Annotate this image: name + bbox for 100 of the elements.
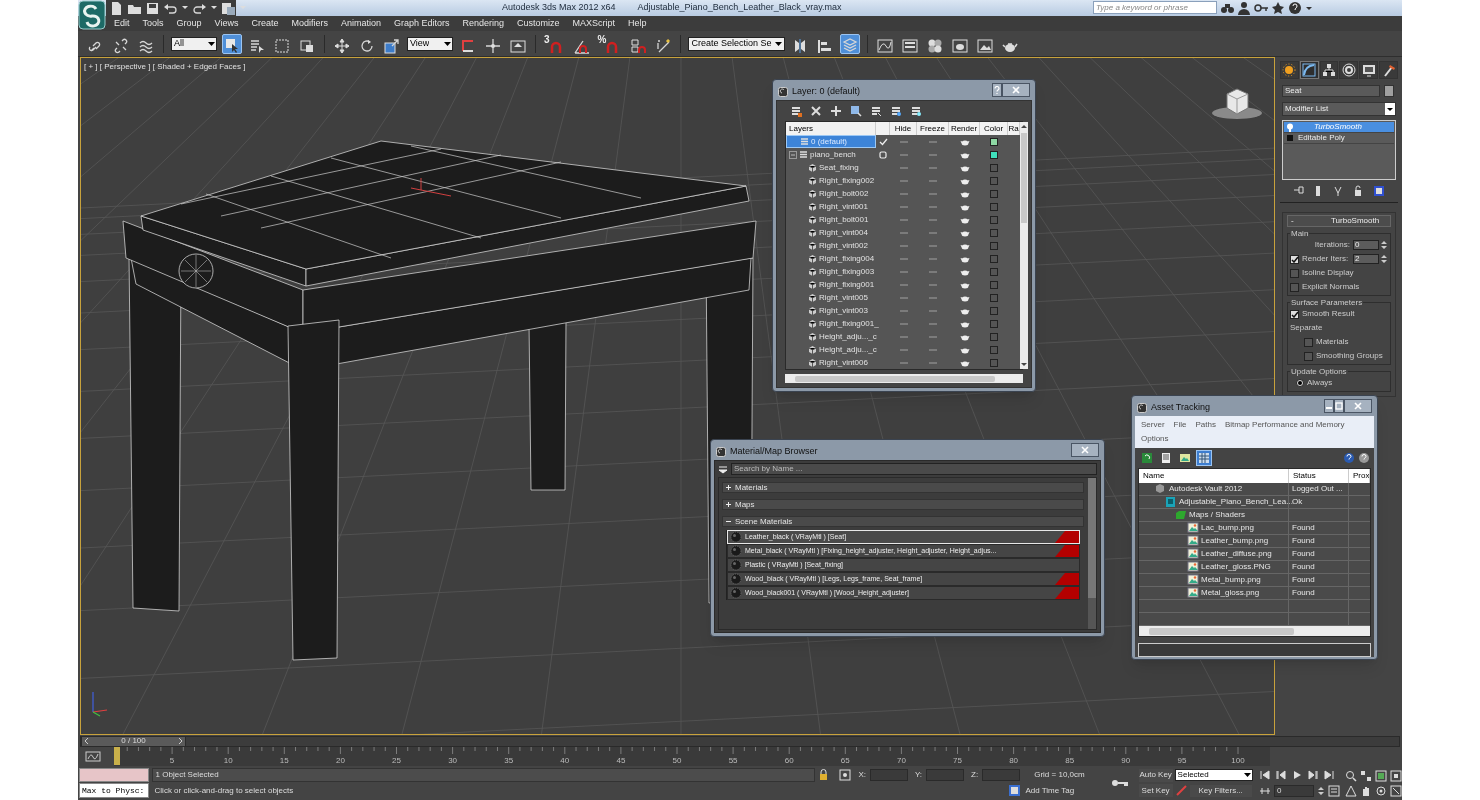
column-header[interactable]: Hide [890, 122, 917, 135]
frame-label: 40 [560, 755, 570, 767]
menu-item[interactable]: Help [628, 16, 647, 31]
section-header[interactable]: Materials [722, 482, 1084, 493]
current-frame-box[interactable]: 0 / 100 [81, 735, 186, 747]
asset-name-cell[interactable]: Leather_gloss.PNG [1139, 561, 1289, 573]
layer-row[interactable]: piano_bench [786, 148, 876, 161]
object-row[interactable]: Right_fixing004 [786, 252, 876, 265]
dropdown[interactable]: All [171, 36, 217, 51]
number-field[interactable]: 0 [1353, 240, 1379, 250]
frame-label: 5 [169, 755, 175, 767]
frame-label: 25 [392, 755, 401, 767]
column-header[interactable]: Freeze [917, 122, 949, 135]
object-row[interactable]: Right_vint003 [786, 304, 876, 317]
object-row[interactable]: Right_bolt002 [786, 187, 876, 200]
object-row[interactable]: Right_fixing002 [786, 174, 876, 187]
menu-item[interactable]: Options [1141, 433, 1169, 445]
checkbox-label: Smoothing Groups [1316, 350, 1383, 362]
menu-item[interactable]: Tools [142, 16, 164, 31]
column-header[interactable]: Name [1139, 469, 1289, 483]
menu-item[interactable]: Group [176, 16, 202, 31]
object-row[interactable]: Height_adju..._c [786, 343, 876, 356]
frame-label: 50 [672, 755, 682, 767]
key-filters-button[interactable]: Key Filters... [1189, 784, 1252, 797]
asset-name-cell[interactable]: Metal_bump.png [1139, 574, 1289, 586]
checkbox-label: Explicit Normals [1302, 281, 1360, 293]
menu-item[interactable]: Graph Editors [393, 16, 450, 31]
menu-item[interactable]: Animation [340, 16, 381, 31]
modifier-stack-item[interactable]: Editable Poly [1284, 133, 1394, 144]
frame-label: 75 [953, 755, 962, 767]
coordinate-label: Y: [914, 769, 923, 781]
asset-name-cell[interactable]: Autodesk Vault 2012 [1139, 483, 1289, 495]
status-cell: Logged Out ... [1292, 483, 1343, 495]
object-row[interactable]: Right_vint002 [786, 239, 876, 252]
frame-label: 65 [840, 755, 850, 767]
auto-key-button[interactable]: Auto Key [1138, 768, 1173, 782]
object-row[interactable]: Right_bolt001 [786, 213, 876, 226]
object-row[interactable]: Seat_fixing [786, 161, 876, 174]
menu-item[interactable]: Modifiers [291, 16, 328, 31]
menu-item[interactable]: File [1173, 419, 1187, 431]
frame-label: 100 [1231, 755, 1245, 767]
number-field[interactable]: 2 [1353, 254, 1379, 264]
listener-field[interactable]: Max to Physc: [79, 783, 149, 798]
column-header[interactable]: Color [980, 122, 1008, 135]
menu-item[interactable]: Views [214, 16, 239, 31]
modifier-list-dropdown[interactable]: Modifier List [1282, 102, 1396, 116]
asset-name-cell[interactable]: Lac_bump.png [1139, 522, 1289, 534]
menu-item[interactable]: MAXScript [572, 16, 616, 31]
rollout-header[interactable]: - TurboSmooth [1287, 215, 1391, 227]
column-header[interactable]: Render [949, 122, 980, 135]
search-field[interactable]: Type a keyword or phrase [1093, 1, 1217, 14]
collapse-toggle[interactable]: - [1291, 215, 1331, 227]
menu-item[interactable]: Create [251, 16, 279, 31]
object-row[interactable]: Right_vint001 [786, 200, 876, 213]
menu-item[interactable]: Server [1141, 419, 1165, 431]
snap-toggle-button[interactable]: 3 [543, 33, 567, 54]
set-key-button[interactable]: Set Key [1138, 784, 1173, 797]
status-cell: Found [1292, 535, 1315, 547]
frame-label: 80 [1009, 755, 1019, 767]
asset-name-cell[interactable]: Metal_gloss.png [1139, 587, 1289, 599]
frame-field[interactable]: 0 [1273, 784, 1314, 797]
section-header[interactable]: Scene Materials [722, 516, 1084, 527]
add-time-tag-link[interactable]: Add Time Tag [1025, 784, 1075, 797]
dropdown[interactable]: Create Selection Se [688, 36, 785, 51]
menu-item[interactable]: Rendering [462, 16, 505, 31]
search-field[interactable]: Search by Name ... [731, 463, 1097, 475]
rollout-title: TurboSmooth [1331, 215, 1380, 227]
object-row[interactable]: Right_vint006 [786, 356, 876, 369]
section-label: Separate [1290, 322, 1323, 334]
frame-label: 60 [784, 755, 794, 767]
menu-item[interactable]: Customize [517, 16, 560, 31]
object-row[interactable]: Right_vint004 [786, 226, 876, 239]
object-name-field[interactable]: Seat [1282, 85, 1380, 97]
asset-name-cell[interactable]: Leather_bump.png [1139, 535, 1289, 547]
object-row[interactable]: Right_vint005 [786, 291, 876, 304]
dropdown[interactable]: View [407, 36, 453, 51]
timeline-track[interactable]: 0 / 100 [80, 735, 1400, 747]
status-cell: Found [1292, 548, 1315, 560]
asset-name-cell[interactable]: Leather_diffuse.png [1139, 548, 1289, 560]
status-cell: Found [1292, 574, 1315, 586]
column-header[interactable]: Prox [1349, 469, 1370, 483]
grid-size: Grid = 10,0cm [1034, 769, 1085, 781]
frame-label: 55 [728, 755, 738, 767]
section-header[interactable]: Maps [722, 499, 1084, 510]
key-mode-dropdown[interactable]: Selected [1174, 769, 1253, 781]
window-title: Asset Tracking [1151, 400, 1211, 414]
checkbox-label: Materials [1316, 336, 1349, 348]
asset-name-cell[interactable]: Maps / Shaders [1139, 509, 1289, 521]
column-header[interactable]: Status [1289, 469, 1349, 483]
window-title: Layer: 0 (default) [792, 84, 861, 98]
menu-item[interactable]: Edit [114, 16, 130, 31]
menu-item[interactable]: Paths [1195, 419, 1216, 431]
object-row[interactable]: Height_adju..._c [786, 330, 876, 343]
object-row[interactable]: Right_fixing001 [786, 278, 876, 291]
frame-label: 70 [896, 755, 906, 767]
group-title: Update Options [1290, 366, 1348, 378]
viewport-label[interactable]: [ + ] [ Perspective ] [ Shaded + Edged Faces ] [84, 61, 246, 73]
object-row[interactable]: Right_fixing003 [786, 265, 876, 278]
percent-snap-button[interactable]: % [596, 33, 624, 54]
frame-label: 30 [448, 755, 458, 767]
